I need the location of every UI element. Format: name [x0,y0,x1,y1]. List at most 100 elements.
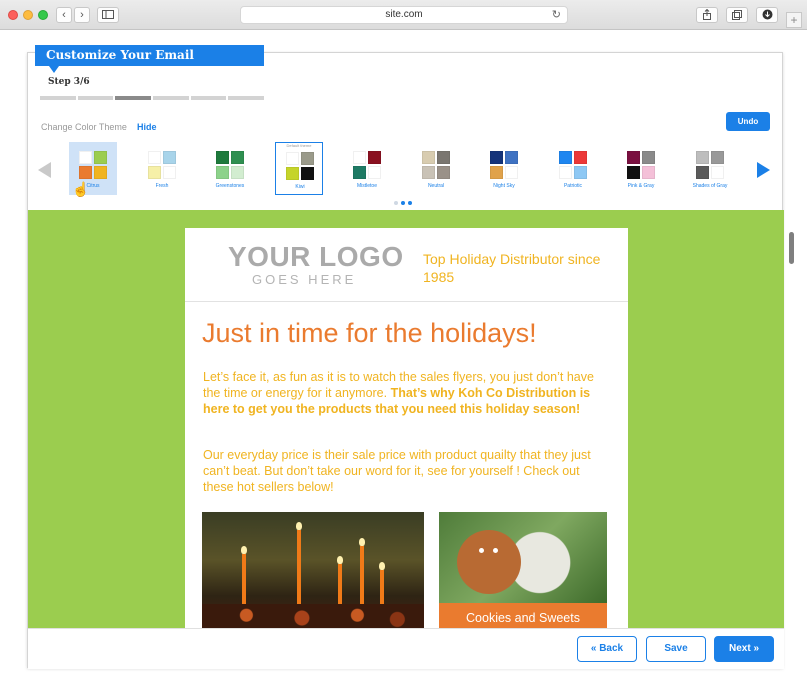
logo-subtext: GOES HERE [252,272,357,287]
theme-name: Kiwi [295,184,305,190]
swatch-color [216,151,229,164]
tabs-icon[interactable] [726,7,748,23]
theme-swatch [627,151,655,179]
swatch-color [231,151,244,164]
gingerbread-photo [439,512,607,604]
email-headline: Just in time for the holidays! [202,318,537,348]
theme-swatch [286,152,314,180]
undo-button[interactable]: Undo [726,112,770,131]
theme-option[interactable]: Greenstones [206,142,254,195]
swatch-color [148,166,161,179]
ribbon-pointer [49,66,59,73]
next-button[interactable]: Next » [714,636,774,662]
theme-option[interactable]: Night Sky [480,142,528,195]
swatch-color [574,151,587,164]
wizard-title: Customize Your Email [35,45,264,66]
theme-option[interactable]: Mistletoe [343,142,391,195]
flame [296,522,302,530]
theme-swatch [353,151,381,179]
email-preview: YOUR LOGO GOES HERE Top Holiday Distribu… [28,210,784,628]
url-text: site.com [385,9,423,20]
swatch-color [627,166,640,179]
theme-carousel-next-icon[interactable] [757,162,770,178]
share-icon[interactable] [696,7,718,23]
swatch-color [696,151,709,164]
theme-option[interactable]: Patriotic [549,142,597,195]
theme-name: Fresh [155,183,169,189]
swatch-color [422,151,435,164]
swatch-color [711,151,724,164]
swatch-color [286,167,299,180]
hide-themes-link[interactable]: Hide [137,122,157,132]
chevron-right-icon[interactable]: › [74,7,90,23]
close-window-button[interactable] [8,10,18,20]
back-button[interactable]: « Back [577,636,637,662]
theme-option[interactable]: Default theme Kiwi [275,142,323,195]
swatch-color [301,167,314,180]
theme-option[interactable]: Fresh [138,142,186,195]
logo-placeholder: YOUR LOGO [228,241,404,272]
swatch-color [94,151,107,164]
progress-segment [190,96,227,100]
flame [241,546,247,554]
price-paragraph: Our everyday price is their sale price w… [203,448,591,494]
progress-segment [77,96,114,100]
gingerbread-cookie [457,530,521,594]
swatch-color [163,166,176,179]
theme-name: Shades of Gray [692,183,728,189]
swatch-color [711,166,724,179]
theme-swatch [696,151,724,179]
step-indicator: Step 3/6 [48,77,90,87]
theme-option[interactable]: Shades of Gray [686,142,734,195]
minimize-window-button[interactable] [23,10,33,20]
theme-name: Patriotic [563,183,583,189]
swatch-color [574,166,587,179]
reload-icon[interactable]: ↻ [552,7,561,23]
zoom-window-button[interactable] [38,10,48,20]
intro-paragraph: Let’s face it, as fun as it is to watch … [203,369,607,417]
plus-icon[interactable]: + [786,12,802,28]
progress-segment [153,96,189,100]
berries [202,604,424,628]
theme-swatch [216,151,244,179]
scrollbar-thumb[interactable] [789,232,794,264]
swatch-color [505,166,518,179]
theme-option[interactable]: Neutral [412,142,460,195]
carousel-dot[interactable] [401,201,405,205]
theme-swatch [490,151,518,179]
swatch-color [490,151,503,164]
swatch-color [216,166,229,179]
theme-name: Mistletoe [356,183,377,189]
save-button[interactable]: Save [646,636,706,662]
cookie-eye [479,548,484,553]
swatch-color [559,151,572,164]
chevron-left-icon[interactable]: ‹ [56,7,72,23]
wizard-footer: « Back Save Next » [28,628,784,669]
default-theme-tag: Default theme [286,143,312,148]
theme-swatch [79,151,107,179]
customize-email-panel: Customize Your Email Step 3/6 Change Col… [27,45,784,669]
sidebar-icon[interactable] [97,7,119,23]
flame [379,562,385,570]
swatch-color [79,166,92,179]
progress-segment [40,96,76,100]
swatch-color [353,151,366,164]
header-tagline: Top Holiday Distributor since 1985 [423,251,601,285]
candles-photo [202,512,424,628]
theme-carousel-prev-icon[interactable] [38,162,51,178]
theme-option[interactable]: Pink & Gray [617,142,665,195]
progress-segment [228,96,265,100]
swatch-color [368,166,381,179]
swatch-color [301,152,314,165]
cookies-caption: Cookies and Sweets [439,603,607,628]
carousel-dot[interactable] [394,201,398,205]
carousel-dot[interactable] [408,201,412,205]
download-icon[interactable] [756,7,778,23]
browser-toolbar: ‹ › site.com ↻ + [0,0,807,30]
theme-swatch [148,151,176,179]
theme-name: Night Sky [493,183,515,189]
swatch-color [437,166,450,179]
swatch-color [353,166,366,179]
address-bar[interactable]: site.com ↻ [240,6,568,24]
candle [297,530,301,614]
